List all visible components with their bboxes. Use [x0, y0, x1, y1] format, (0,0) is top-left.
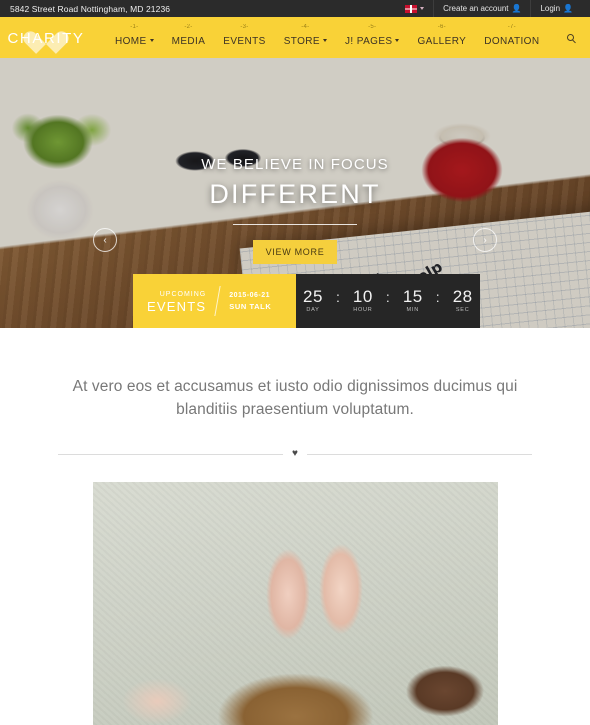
- nav-item-j-pages[interactable]: -5- J! PAGES: [336, 23, 408, 49]
- countdown-hour: 10 HOUR: [346, 286, 380, 315]
- countdown-day: 25 DAY: [296, 286, 330, 315]
- site-logo[interactable]: CHARITY: [0, 17, 92, 58]
- countdown-sec: 28 SEC: [446, 286, 480, 315]
- events-events-label: EVENTS: [147, 298, 207, 314]
- nav-item-label: DONATION: [484, 36, 540, 47]
- user-icon: 👤: [563, 3, 573, 13]
- nav-item-media[interactable]: -2- MEDIA: [163, 23, 215, 49]
- hero-subtitle: WE BELIEVE IN FOCUS: [201, 156, 389, 173]
- nav-item-number: -7-: [507, 24, 516, 30]
- address-text: 5842 Street Road Nottingham, MD 21236: [10, 3, 171, 14]
- hero-slider: Volunteer Help Donate Giving WE BELIEVE …: [0, 58, 590, 328]
- nav-item-label: J! PAGES: [344, 36, 393, 47]
- nav-item-label: GALLERY: [417, 36, 467, 47]
- nav-item-number: -4-: [301, 24, 310, 30]
- nav-item-label: STORE: [283, 36, 320, 47]
- slider-prev-button[interactable]: ‹: [93, 228, 117, 252]
- nav-item-store[interactable]: -4- STORE: [275, 23, 336, 49]
- events-label-block[interactable]: UPCOMING EVENTS 2015-06-21 SUN TALK: [133, 274, 296, 328]
- nav-item-donation[interactable]: -7- DONATION: [475, 23, 548, 49]
- logo-text: CHARITY: [7, 30, 85, 47]
- view-more-button[interactable]: VIEW MORE: [252, 240, 338, 264]
- chevron-down-icon: [322, 39, 327, 42]
- chevron-left-icon: ‹: [103, 234, 107, 246]
- create-account-label: Create an account: [443, 4, 509, 13]
- nav-item-label: HOME: [115, 36, 147, 47]
- nav-item-label: MEDIA: [171, 36, 206, 47]
- nav-item-number: -3-: [240, 24, 249, 30]
- countdown-timer: 25 DAY : 10 HOUR : 15 MIN : 28 SEC: [296, 274, 480, 328]
- countdown-label: MIN: [406, 306, 420, 313]
- event-title: SUN TALK: [229, 301, 272, 311]
- heart-icon: ♥: [283, 448, 307, 460]
- chevron-down-icon: [149, 39, 154, 42]
- top-bar-actions: Create an account 👤 Login 👤: [396, 0, 582, 17]
- login-label: Login: [540, 4, 561, 13]
- login-link[interactable]: Login 👤: [530, 0, 582, 17]
- menu-list: -1- HOME -2- MEDIA -3- EVENTS -4- STORE …: [106, 17, 550, 58]
- countdown-min: 15 MIN: [396, 286, 430, 315]
- main-content: At vero eos et accusamus et iusto odio d…: [0, 328, 590, 725]
- countdown-label: HOUR: [353, 306, 373, 313]
- search-button[interactable]: [550, 17, 590, 58]
- hero-title: DIFFERENT: [209, 179, 381, 209]
- slider-next-button[interactable]: ›: [473, 228, 497, 252]
- event-date: 2015-06-21: [229, 291, 271, 299]
- chevron-right-icon: ›: [483, 234, 487, 246]
- nav-item-number: -6-: [437, 24, 446, 30]
- main-navigation: CHARITY -1- HOME -2- MEDIA -3- EVENTS -4…: [0, 17, 590, 58]
- section-heading: At vero eos et accusamus et iusto odio d…: [72, 378, 518, 418]
- nav-item-number: -5-: [368, 24, 377, 30]
- nav-item-home[interactable]: -1- HOME: [106, 23, 163, 49]
- countdown-value: 28: [452, 286, 473, 306]
- chevron-down-icon: [420, 7, 425, 10]
- create-account-link[interactable]: Create an account 👤: [433, 0, 530, 17]
- language-selector[interactable]: [396, 0, 433, 17]
- countdown-separator: :: [435, 288, 440, 305]
- events-titles: UPCOMING EVENTS: [147, 289, 206, 314]
- nav-item-gallery[interactable]: -6- GALLERY: [408, 23, 475, 49]
- upcoming-events-bar: UPCOMING EVENTS 2015-06-21 SUN TALK 25 D…: [133, 274, 480, 328]
- event-details: 2015-06-21 SUN TALK: [229, 290, 271, 313]
- heart-divider: ♥: [58, 448, 532, 460]
- events-divider: [214, 286, 221, 316]
- events-upcoming-label: UPCOMING: [159, 290, 207, 298]
- top-bar: 5842 Street Road Nottingham, MD 21236 Cr…: [0, 0, 590, 17]
- countdown-value: 15: [402, 286, 423, 306]
- countdown-value: 25: [303, 286, 323, 306]
- countdown-label: DAY: [306, 306, 320, 313]
- countdown-separator: :: [336, 288, 340, 305]
- nav-item-events[interactable]: -3- EVENTS: [214, 23, 274, 49]
- countdown-value: 10: [352, 286, 373, 306]
- countdown-label: SEC: [455, 306, 470, 313]
- nav-item-label: EVENTS: [223, 36, 266, 47]
- user-add-icon: 👤: [511, 3, 522, 13]
- search-icon: [566, 34, 574, 41]
- feature-image: [92, 482, 498, 725]
- hero-rule: [233, 224, 357, 225]
- hero-caption: WE BELIEVE IN FOCUS DIFFERENT VIEW MORE: [0, 156, 590, 264]
- nav-item-number: -1-: [130, 24, 139, 30]
- countdown-separator: :: [385, 288, 390, 305]
- chevron-down-icon: [395, 39, 400, 42]
- nav-item-number: -2-: [184, 24, 193, 30]
- uk-flag-icon: [405, 4, 418, 13]
